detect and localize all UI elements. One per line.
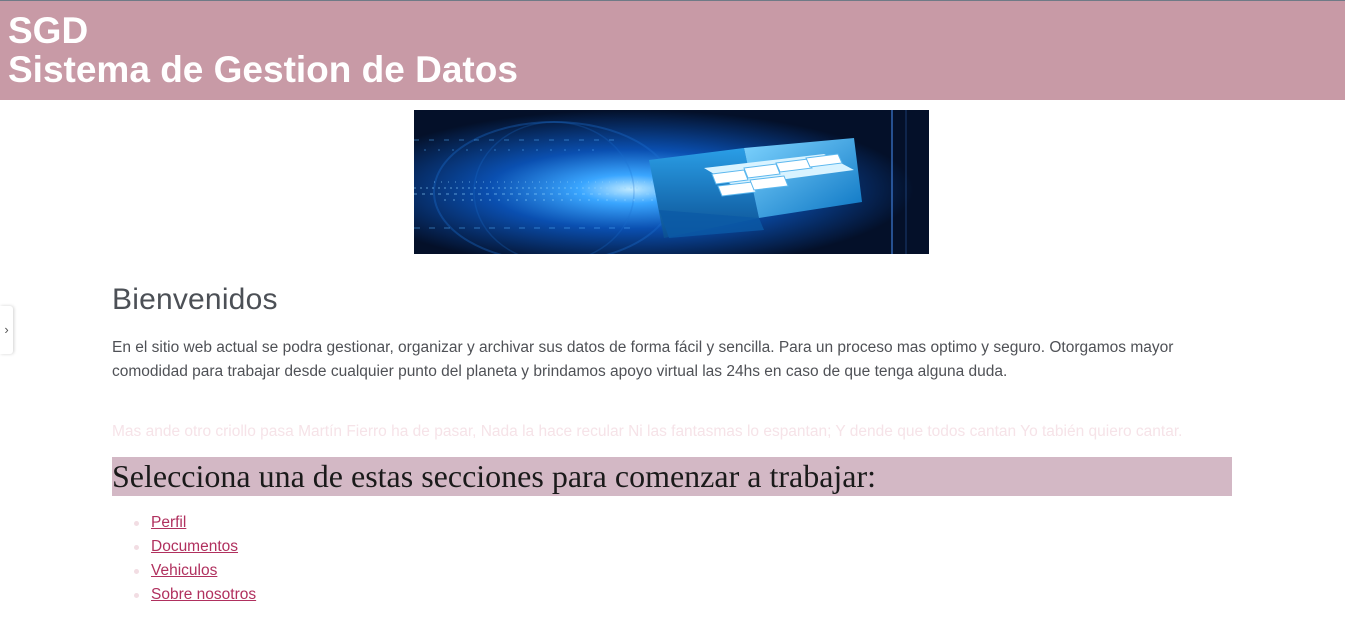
- bullet-icon: [134, 569, 139, 574]
- list-item: Perfil: [112, 511, 256, 535]
- banner-image: [414, 110, 929, 254]
- site-title: Sistema de Gestion de Datos: [8, 49, 518, 90]
- vehiculos-link[interactable]: Vehiculos: [151, 562, 217, 579]
- perfil-link[interactable]: Perfil: [151, 514, 186, 531]
- list-item: Vehiculos: [112, 559, 256, 583]
- site-acronym: SGD: [8, 10, 89, 51]
- sidebar-toggle-button[interactable]: ›: [0, 306, 13, 354]
- database-drawer-illustration: [414, 110, 929, 254]
- bullet-icon: [134, 593, 139, 598]
- sobre-nosotros-link[interactable]: Sobre nosotros: [151, 586, 256, 603]
- section-heading: Selecciona una de estas secciones para c…: [112, 457, 1232, 496]
- list-item: Documentos: [112, 535, 256, 559]
- page: SGD Sistema de Gestion de Datos › Bienve…: [0, 0, 1345, 643]
- page-title: Bienvenidos: [112, 283, 278, 316]
- site-header: SGD Sistema de Gestion de Datos: [0, 1, 1345, 100]
- sections-list: Perfil Documentos Vehiculos Sobre nosotr…: [112, 511, 256, 607]
- intro-paragraph: En el sitio web actual se podra gestiona…: [112, 339, 1174, 380]
- list-item: Sobre nosotros: [112, 583, 256, 607]
- bullet-icon: [134, 521, 139, 526]
- chevron-right-icon: ›: [4, 322, 9, 337]
- bullet-icon: [134, 545, 139, 550]
- faint-paragraph: Mas ande otro criollo pasa Martín Fierro…: [112, 423, 1183, 440]
- documentos-link[interactable]: Documentos: [151, 538, 238, 555]
